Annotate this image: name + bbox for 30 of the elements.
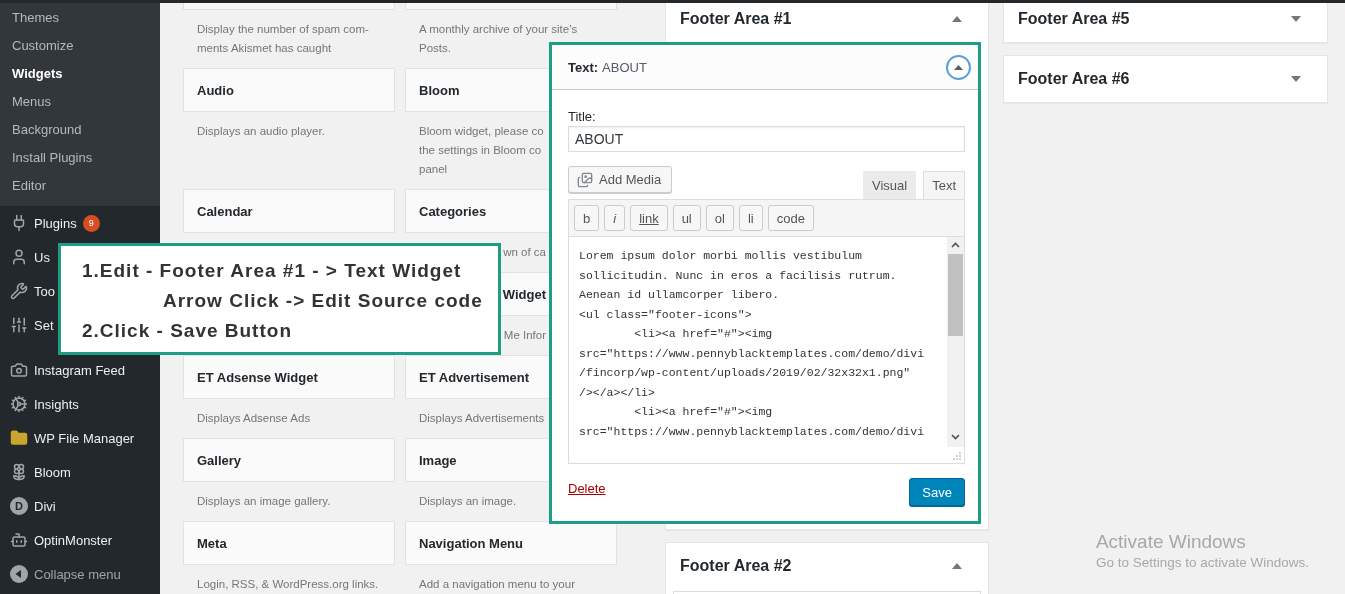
instruction-text: 2.Click - Save Button [82, 319, 292, 343]
widget-title: Image [419, 452, 457, 468]
widget-title: Categories [419, 203, 487, 219]
activation-notice-text: Go to Settings to activate Windows. [1095, 555, 1309, 570]
widget-description: Displays Adsense Ads [197, 411, 311, 426]
activation-notice-title: Activate Windows [1095, 531, 1246, 553]
widget-description: Displays an image. [419, 494, 517, 509]
widget-title: ET Adsense Widget [197, 369, 318, 385]
widget-title: Calendar [197, 203, 253, 219]
widget-description: Add a navigation menu to your [419, 577, 575, 592]
widget-description: Me Infor [503, 328, 546, 343]
widget-description: Displays Advertisements [419, 411, 545, 426]
widget-title: ET Advertisement [419, 369, 530, 385]
widget-description: wn of ca [503, 245, 546, 260]
widget-description: Display the number of spam com- ments Akismet has caught [197, 22, 369, 56]
widget-description: Login, RSS, & WordPress.org links. [197, 577, 379, 592]
widget-title: Gallery [197, 452, 242, 468]
widget-title: Audio [197, 82, 234, 98]
instruction-text: Arrow Click -> Edit Source code [163, 289, 483, 313]
widget-title: Bloom [419, 82, 460, 98]
letter-circle-icon: D [10, 497, 28, 515]
field-label: Title: [568, 109, 596, 125]
widget-description: Bloom widget, please co the settings in Bloom co panel [419, 124, 544, 177]
update-count-badge: 9 [82, 214, 100, 232]
widget-description: Displays an image gallery. [197, 494, 331, 509]
widget-description: Displays an audio player. [197, 124, 325, 139]
widget-title: Meta [197, 535, 227, 551]
widget-title: Widget [502, 286, 546, 302]
widget-title: Navigation Menu [419, 535, 523, 551]
instruction-text: 1.Edit - Footer Area #1 - > Text Widget [82, 259, 462, 283]
